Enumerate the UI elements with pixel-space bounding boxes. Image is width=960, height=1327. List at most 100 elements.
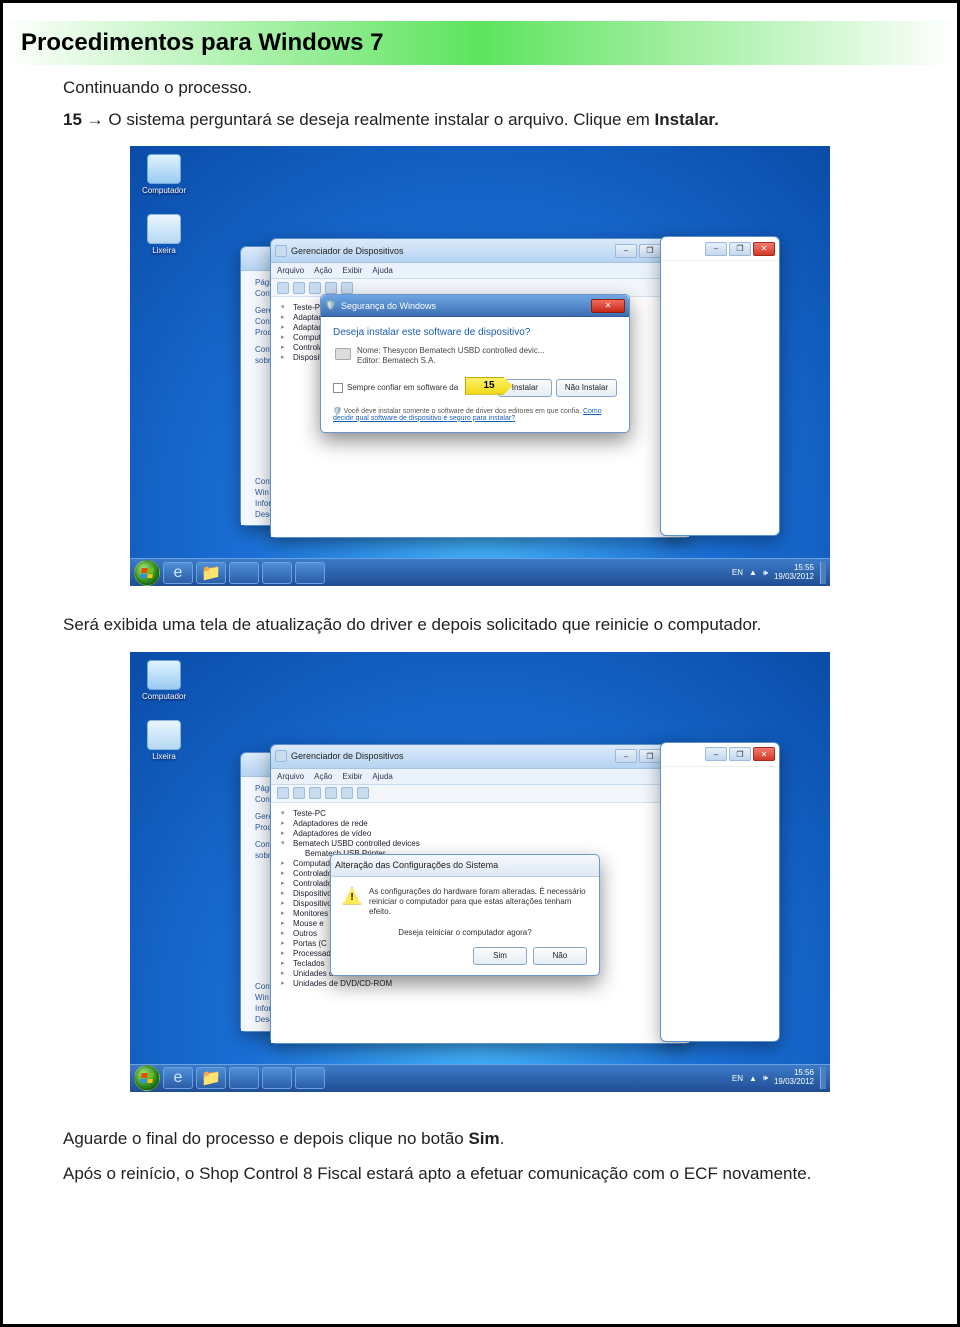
blank-window[interactable]: –❐✕ bbox=[660, 236, 780, 536]
menu-item[interactable]: Ajuda bbox=[372, 772, 392, 781]
screenshot-2-wrap: Computador Lixeira –❐✕ Página Cont Gere … bbox=[3, 652, 957, 1092]
step-15-paragraph: 15 → O sistema perguntará se deseja real… bbox=[63, 107, 897, 133]
toolbar-icon[interactable] bbox=[293, 282, 305, 294]
menu-item[interactable]: Ação bbox=[314, 772, 332, 781]
menu-item[interactable]: Arquivo bbox=[277, 266, 304, 275]
toolbar-icon[interactable] bbox=[309, 282, 321, 294]
section-title: Procedimentos para Windows 7 bbox=[21, 29, 384, 57]
start-button[interactable] bbox=[134, 560, 160, 586]
menu-item[interactable]: Exibir bbox=[342, 266, 362, 275]
desktop-icon-computer[interactable]: Computador bbox=[136, 154, 192, 195]
taskbar-button-ie[interactable]: e bbox=[163, 562, 193, 584]
tray-icon[interactable]: ▲ bbox=[749, 568, 757, 577]
taskbar-button-app[interactable] bbox=[262, 1067, 292, 1089]
menu-item[interactable]: Ajuda bbox=[372, 266, 392, 275]
toolbar-icon[interactable] bbox=[277, 787, 289, 799]
minimize-button[interactable]: – bbox=[615, 749, 637, 763]
maximize-button[interactable]: ❐ bbox=[639, 749, 661, 763]
tree-node[interactable]: Unidades de DVD/CD-ROM bbox=[279, 979, 681, 989]
dialog-title: Segurança do Windows bbox=[341, 301, 436, 311]
maximize-button[interactable]: ❐ bbox=[639, 244, 661, 258]
desktop-icon-computer[interactable]: Computador bbox=[136, 660, 192, 701]
window-titlebar[interactable]: –❐✕ bbox=[661, 237, 779, 261]
yes-button[interactable]: Sim bbox=[473, 947, 527, 965]
toolbar-icon[interactable] bbox=[341, 282, 353, 294]
taskbar-button-ie[interactable]: e bbox=[163, 1067, 193, 1089]
menu-item[interactable]: Ação bbox=[314, 266, 332, 275]
restart-dialog[interactable]: Alteração das Configurações do Sistema !… bbox=[330, 854, 600, 976]
tray-lang[interactable]: EN bbox=[732, 1074, 743, 1083]
checkbox-label: Sempre confiar em software da bbox=[347, 383, 458, 392]
window-titlebar[interactable]: Gerenciador de Dispositivos –❐✕ bbox=[271, 239, 689, 263]
toolbar-icon[interactable] bbox=[293, 787, 305, 799]
minimize-button[interactable]: – bbox=[615, 244, 637, 258]
computer-icon bbox=[147, 154, 181, 184]
toolbar-icon[interactable] bbox=[325, 282, 337, 294]
checkbox-icon[interactable] bbox=[333, 383, 343, 393]
taskbar-button-app[interactable] bbox=[295, 562, 325, 584]
blank-window[interactable]: –❐✕ bbox=[660, 742, 780, 1042]
window-menubar[interactable]: Arquivo Ação Exibir Ajuda bbox=[271, 263, 689, 279]
tray-clock[interactable]: 15:55 19/03/2012 bbox=[774, 564, 814, 582]
desktop-icon-label: Lixeira bbox=[136, 246, 192, 255]
toolbar-icon[interactable] bbox=[357, 787, 369, 799]
step-bold: Instalar. bbox=[655, 110, 719, 129]
dialog-titlebar[interactable]: Alteração das Configurações do Sistema bbox=[331, 855, 599, 877]
tray-clock[interactable]: 15:56 19/03/2012 bbox=[774, 1069, 814, 1087]
tree-node[interactable]: Adaptadores de rede bbox=[279, 819, 681, 829]
show-desktop-button[interactable] bbox=[820, 1067, 826, 1089]
window-toolbar[interactable] bbox=[271, 785, 689, 803]
desktop-icon-label: Computador bbox=[136, 692, 192, 701]
trust-checkbox[interactable]: Sempre confiar em software da bbox=[333, 383, 458, 393]
driver-info: Nome: Thesycon Bematech USBD controlled … bbox=[357, 346, 617, 367]
security-dialog[interactable]: 🛡️Segurança do Windows ✕ Deseja instalar… bbox=[320, 294, 630, 433]
tray-icon[interactable]: 🕪 bbox=[763, 1073, 768, 1083]
close-button[interactable]: ✕ bbox=[591, 299, 625, 313]
screenshot-1-wrap: Computador Lixeira –❐✕ Página Cont Gere … bbox=[3, 146, 957, 586]
tree-node[interactable]: Adaptadores de vídeo bbox=[279, 829, 681, 839]
show-desktop-button[interactable] bbox=[820, 562, 826, 584]
app-icon bbox=[275, 750, 287, 762]
taskbar-button-app[interactable] bbox=[229, 562, 259, 584]
menu-item[interactable]: Exibir bbox=[342, 772, 362, 781]
restart-line1: As configurações do hardware foram alter… bbox=[369, 887, 587, 918]
toolbar-icon[interactable] bbox=[325, 787, 337, 799]
dont-install-button[interactable]: Não Instalar bbox=[556, 379, 617, 397]
window-title: Gerenciador de Dispositivos bbox=[291, 751, 404, 761]
tray-lang[interactable]: EN bbox=[732, 568, 743, 577]
window-menubar[interactable]: Arquivo Ação Exibir Ajuda bbox=[271, 769, 689, 785]
windows-logo-icon bbox=[140, 568, 153, 578]
computer-icon bbox=[147, 660, 181, 690]
toolbar-icon[interactable] bbox=[341, 787, 353, 799]
dialog-titlebar[interactable]: 🛡️Segurança do Windows ✕ bbox=[321, 295, 629, 317]
dialog-footnote: 🛡️ Você deve instalar somente o software… bbox=[333, 407, 617, 422]
taskbar-button-app[interactable] bbox=[262, 562, 292, 584]
start-button[interactable] bbox=[134, 1065, 160, 1091]
tree-node[interactable]: Bematech USBD controlled devices bbox=[279, 839, 681, 849]
taskbar-button-app[interactable] bbox=[229, 1067, 259, 1089]
window-titlebar[interactable]: Gerenciador de Dispositivos –❐✕ bbox=[271, 745, 689, 769]
taskbar[interactable]: e 📁 EN ▲ 🕪 15:56 19/03/2012 bbox=[130, 1064, 830, 1092]
taskbar-button-app[interactable] bbox=[295, 1067, 325, 1089]
tree-root[interactable]: Teste-PC bbox=[279, 809, 681, 819]
body-text-block-3: Aguarde o final do processo e depois cli… bbox=[3, 1108, 957, 1187]
callout-label: 15 bbox=[483, 380, 494, 391]
toolbar-icon[interactable] bbox=[277, 282, 289, 294]
desktop-icon-trash[interactable]: Lixeira bbox=[136, 720, 192, 761]
tray-icon[interactable]: 🕪 bbox=[763, 568, 768, 578]
desktop-icon-trash[interactable]: Lixeira bbox=[136, 214, 192, 255]
intro-paragraph: Continuando o processo. bbox=[63, 75, 897, 101]
driver-publisher: Editor: Bematech S.A. bbox=[357, 356, 617, 366]
taskbar-button-explorer[interactable]: 📁 bbox=[196, 562, 226, 584]
desktop-icon-label: Computador bbox=[136, 186, 192, 195]
taskbar-button-explorer[interactable]: 📁 bbox=[196, 1067, 226, 1089]
end-paragraph-2: Após o reinício, o Shop Control 8 Fiscal… bbox=[63, 1161, 897, 1187]
windows-logo-icon bbox=[140, 1073, 153, 1083]
toolbar-icon[interactable] bbox=[309, 787, 321, 799]
menu-item[interactable]: Arquivo bbox=[277, 772, 304, 781]
dialog-title: Alteração das Configurações do Sistema bbox=[335, 860, 498, 870]
taskbar[interactable]: e 📁 EN ▲ 🕪 15:55 19/03/2012 bbox=[130, 558, 830, 586]
trash-icon bbox=[147, 720, 181, 750]
tray-icon[interactable]: ▲ bbox=[749, 1074, 757, 1083]
no-button[interactable]: Não bbox=[533, 947, 587, 965]
